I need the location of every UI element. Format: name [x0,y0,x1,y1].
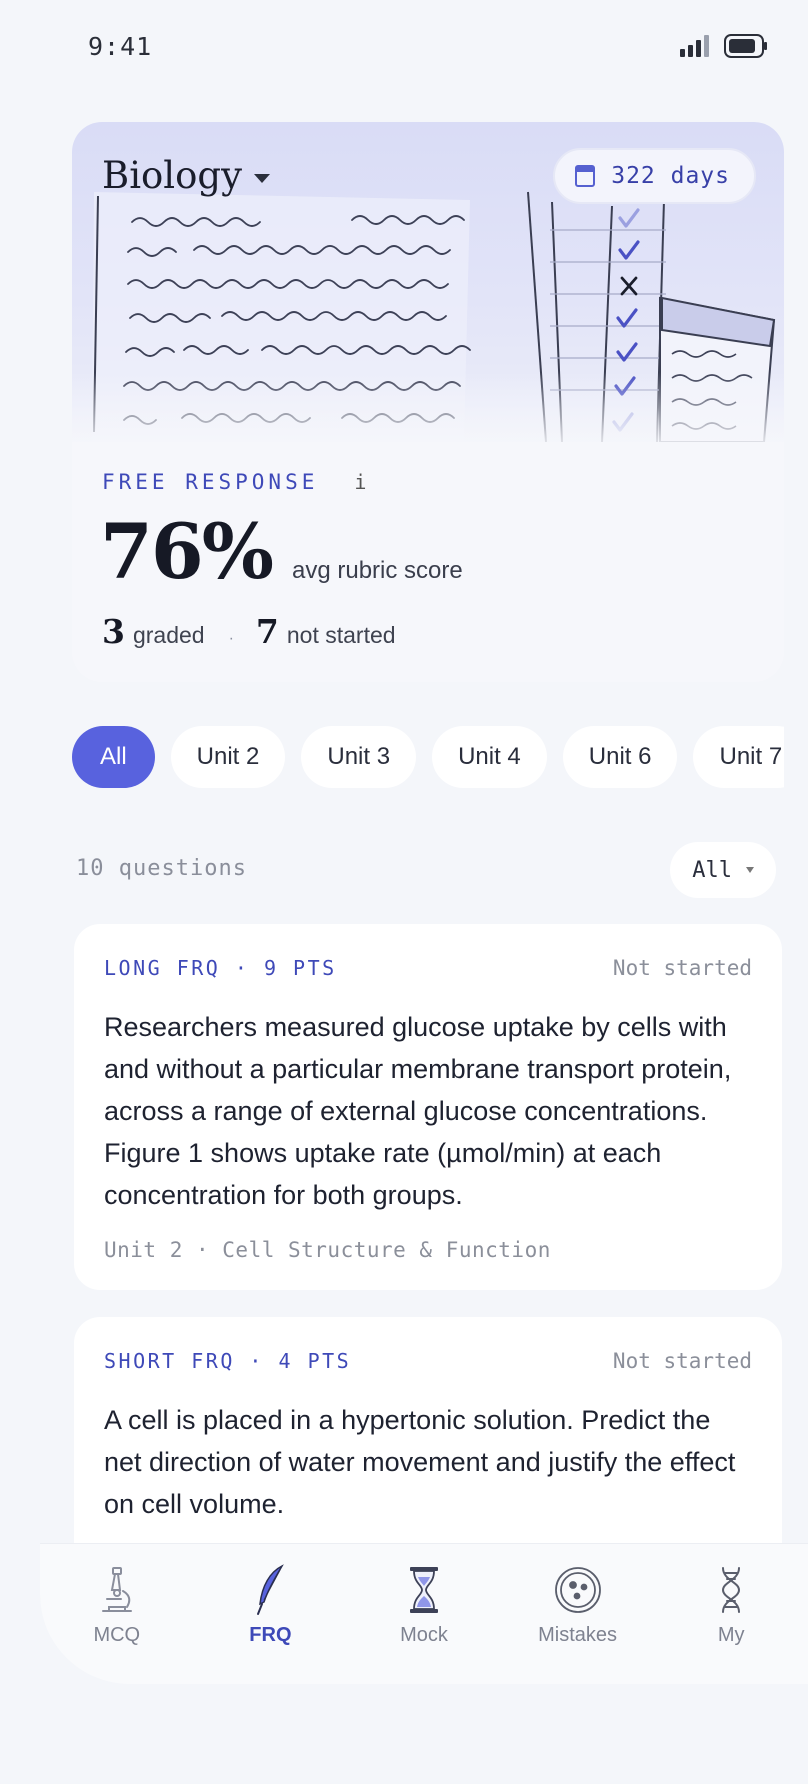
graded-count: 3 [102,612,125,651]
caret-down-icon [746,867,754,873]
question-type: SHORT FRQ · 4 PTS [104,1349,352,1373]
tab-mcq[interactable]: MCQ [40,1544,194,1684]
quill-icon [245,1564,295,1616]
graded-label: graded [132,622,205,648]
progress-counts: 3 graded · 7 not started [102,612,412,651]
not-started-count: 7 [255,612,279,651]
score-row: 76% avg rubric score [100,507,463,596]
question-status: Not started [612,956,752,980]
tab-label: My [717,1624,745,1646]
question-status: Not started [612,1349,752,1373]
free-response-label: FREE RESPONSE [102,470,319,494]
exam-countdown-pill[interactable]: 322 days [553,148,756,204]
chip-unit-2[interactable]: Unit 2 [170,726,286,788]
question-unit: Unit 2 · Cell Structure & Function [104,1238,551,1262]
chip-unit-6[interactable]: Unit 6 [562,726,678,788]
tab-label: FRQ [249,1624,292,1646]
unit-filter-chips: All Unit 2 Unit 3 Unit 4 Unit 6 Unit 7 [72,726,784,790]
status-time: 9:41 [88,32,153,61]
question-card[interactable]: SHORT FRQ · 4 PTS Not started A cell is … [74,1317,782,1577]
calendar-icon [575,165,596,187]
question-count: 10 questions [76,856,247,881]
cellular-signal-icon [680,35,709,57]
status-filter-value: All [692,857,732,883]
avg-score-label: avg rubric score [291,557,463,584]
tab-mistakes[interactable]: Mistakes [501,1544,655,1684]
question-text: Researchers measured glucose uptake by c… [104,1012,732,1210]
section-label: FREE RESPONSE i [102,470,366,494]
question-card[interactable]: LONG FRQ · 9 PTS Not started Researchers… [74,924,782,1290]
chip-unit-7[interactable]: Unit 7 [693,726,784,788]
tab-label: MCQ [93,1624,141,1646]
chevron-down-icon [254,174,270,183]
avg-score: 76% [100,507,274,596]
frq-summary-card: Biology 322 days FREE RESPONSE i 76% avg… [72,122,784,682]
info-icon[interactable]: i [354,470,366,494]
subject-selector[interactable]: Biology [102,154,270,197]
separator-dot: · [228,630,234,647]
battery-icon [724,34,767,58]
question-text: A cell is placed in a hypertonic solutio… [104,1405,736,1519]
tab-my[interactable]: My [654,1544,808,1684]
hourglass-icon [399,1564,449,1616]
bottom-tab-bar: MCQ FRQ Mock Mistakes My [40,1544,808,1684]
status-bar: 9:41 [0,28,808,68]
chip-unit-4[interactable]: Unit 4 [432,726,547,788]
question-type: LONG FRQ · 9 PTS [104,956,337,980]
microscope-icon [92,1564,142,1616]
tab-frq[interactable]: FRQ [194,1544,348,1684]
tab-label: Mock [400,1624,448,1646]
chip-all[interactable]: All [72,726,155,788]
not-started-label: not started [286,622,396,648]
tab-label: Mistakes [538,1624,618,1646]
petri-dish-icon [553,1564,603,1616]
subject-name: Biology [102,154,242,197]
dna-icon [706,1564,756,1616]
tab-mock[interactable]: Mock [347,1544,501,1684]
status-filter-dropdown[interactable]: All [670,842,776,898]
days-remaining: 322 days [611,163,730,189]
chip-unit-3[interactable]: Unit 3 [301,726,417,788]
